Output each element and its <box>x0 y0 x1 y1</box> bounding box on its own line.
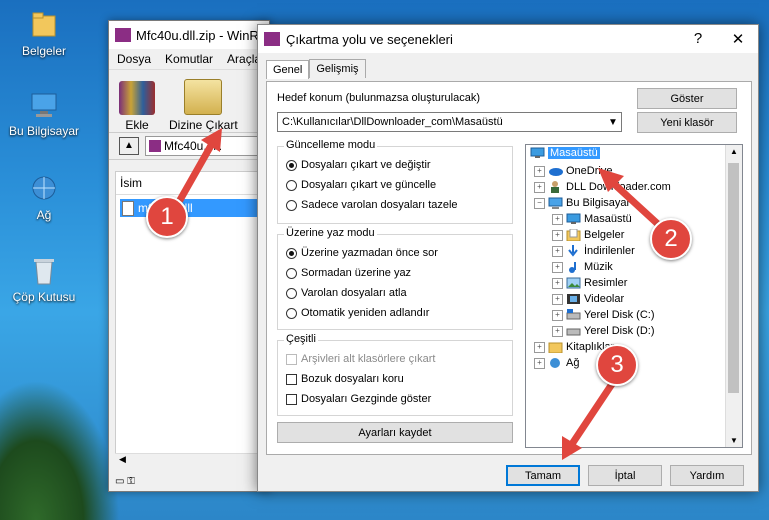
arrow-3 <box>568 380 616 448</box>
annotation-arrows <box>176 128 664 460</box>
annotation-badge-2: 2 <box>650 218 692 260</box>
arrow-2 <box>608 178 664 230</box>
annotation-badge-1: 1 <box>146 196 188 238</box>
annotation-badge-3: 3 <box>596 344 638 386</box>
arrow-1 <box>176 138 217 204</box>
